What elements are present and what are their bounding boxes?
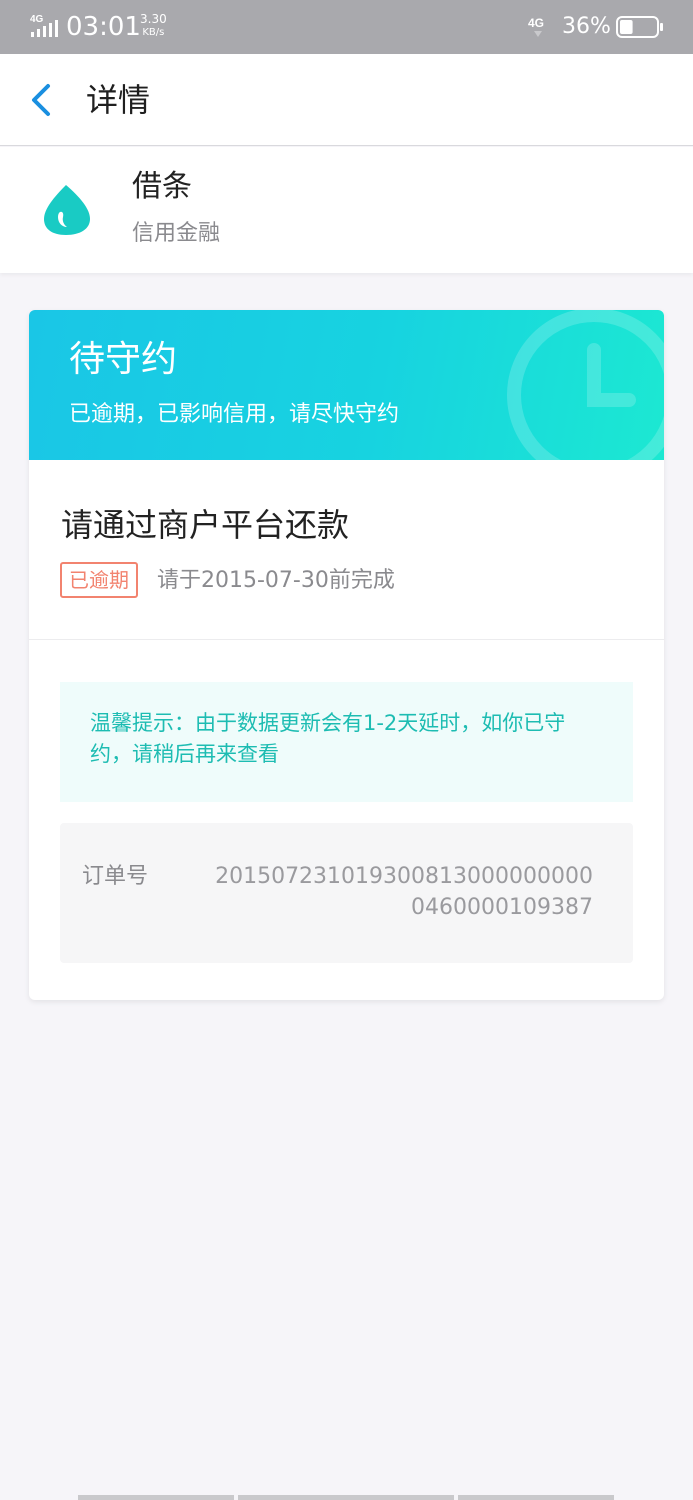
clock-watermark-icon [507,310,664,460]
overdue-badge: 已逾期 [60,562,138,598]
battery-icon [616,16,663,38]
page-title: 详情 [86,81,151,119]
network-type-right-label: 4G [528,16,544,30]
water-drop-icon [44,185,90,235]
tip-box: 温馨提示：由于数据更新会有1-2天延时，如你已守约，请稍后再来查看 [60,682,633,802]
status-banner: 待守约 已逾期，已影响信用，请尽快守约 [29,310,664,460]
order-number-label: 订单号 [82,864,149,889]
app-info-header: 借条 信用金融 [0,147,693,273]
order-number-value: 2015072310193008130000000000460000109387 [215,864,593,920]
divider [29,639,664,640]
app-name: 借条 [132,169,192,204]
mobile-data-icon: 4G [528,16,544,37]
order-info: 订单号 201507231019300813000000000046000010… [60,823,633,963]
clock-time: 03:01 [66,12,141,42]
status-bar: 4G 03:01 3.30 KB/s 4G 36% [0,0,693,54]
network-type-label: 4G [30,14,44,25]
cellular-signal-icon: 4G [30,14,58,37]
tip-text: 温馨提示：由于数据更新会有1-2天延时，如你已守约，请稍后再来查看 [90,711,566,766]
network-speed-value: 3.30 [140,12,167,26]
agreement-card: 待守约 已逾期，已影响信用，请尽快守约 请通过商户平台还款 已逾期 请于2015… [29,310,664,1000]
status-title: 待守约 [69,339,178,380]
deadline-text: 请于2015-07-30前完成 [157,568,395,593]
battery-percentage: 36% [562,14,611,39]
nav-indicator-left[interactable] [78,1495,234,1500]
network-speed: 3.30 KB/s [140,13,167,39]
task-title: 请通过商户平台还款 [61,506,350,544]
navigation-bar: 详情 [0,54,693,146]
nav-indicator-right[interactable] [458,1495,614,1500]
app-category: 信用金融 [132,221,221,246]
back-button[interactable] [24,78,64,122]
chevron-left-icon [32,84,50,116]
status-subtitle: 已逾期，已影响信用，请尽快守约 [69,402,400,427]
network-speed-unit: KB/s [142,27,165,38]
nav-indicator-center[interactable] [238,1495,454,1500]
